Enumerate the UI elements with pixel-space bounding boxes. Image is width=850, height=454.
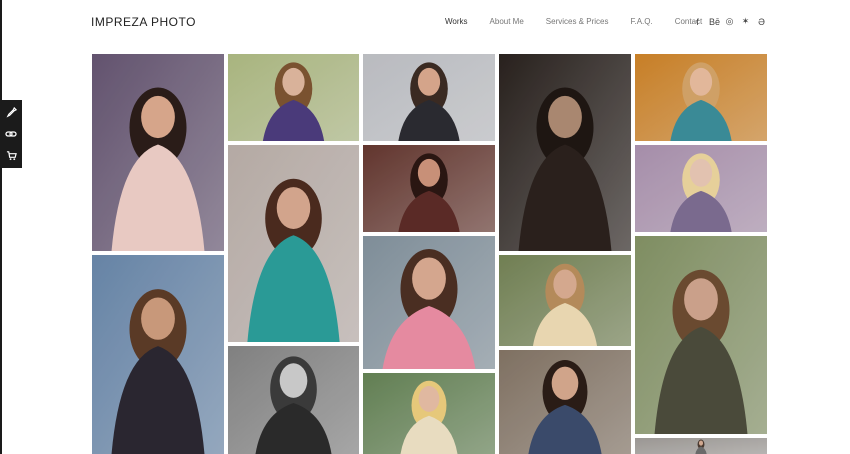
photo-woman-bridge-walk[interactable] — [499, 255, 631, 346]
photo-woman-city-pose-image — [92, 255, 224, 454]
photo-woman-blue-wall[interactable] — [363, 54, 495, 141]
photo-woman-lollipop-closeup[interactable] — [363, 145, 495, 232]
photo-woman-on-tree-image — [635, 236, 767, 434]
photo-woman-bridge-walk-image — [499, 255, 631, 346]
instagram-icon[interactable]: ◎ — [725, 16, 734, 27]
photo-woman-blue-wall-image — [363, 54, 495, 141]
nav-item-services-prices[interactable]: Services & Prices — [546, 17, 609, 26]
vk-icon[interactable]: Ə — [757, 17, 766, 27]
photo-blonde-with-lollipop-orange-image — [635, 54, 767, 141]
photo-woman-dark-hair-smiling[interactable] — [92, 54, 224, 251]
photo-blonde-with-lollipop-orange[interactable] — [635, 54, 767, 141]
nav-item-about-me[interactable]: About Me — [490, 17, 524, 26]
nav-item-works[interactable]: Works — [445, 17, 468, 26]
site-logo[interactable]: IMPREZA PHOTO — [91, 15, 196, 29]
photo-woman-dark-hair-smiling-image — [92, 54, 224, 251]
photo-woman-on-tree[interactable] — [635, 236, 767, 434]
cart-icon[interactable] — [3, 147, 19, 163]
photo-woman-teal-jacket[interactable] — [228, 145, 359, 342]
photo-partial-bottom[interactable] — [635, 438, 767, 454]
photo-woman-portrait-dark[interactable] — [499, 54, 631, 251]
photo-woman-city-pose[interactable] — [92, 255, 224, 454]
photo-woman-in-park[interactable] — [228, 54, 359, 141]
photo-woman-graffiti-wall-image — [363, 236, 495, 369]
site-header: IMPREZA PHOTO Works About Me Services & … — [0, 0, 850, 46]
photo-woman-bw-portrait[interactable] — [228, 346, 359, 454]
photo-woman-with-bicycle-image — [499, 350, 631, 454]
link-icon[interactable] — [3, 126, 19, 142]
facebook-icon[interactable]: f — [693, 17, 702, 27]
side-toolbar — [0, 100, 22, 168]
photo-woman-teal-jacket-image — [228, 145, 359, 342]
lastfm-icon[interactable]: ✶ — [741, 16, 750, 27]
photo-woman-lollipop-closeup-image — [363, 145, 495, 232]
behance-icon[interactable]: Bē — [709, 17, 720, 27]
main-nav: Works About Me Services & Prices F.A.Q. … — [445, 17, 724, 26]
photo-gallery-grid — [92, 54, 767, 454]
window-left-edge — [0, 0, 2, 454]
photo-woman-portrait-dark-image — [499, 54, 631, 251]
photo-blonde-lollipop-purple[interactable] — [635, 145, 767, 232]
photo-blonde-lollipop-purple-image — [635, 145, 767, 232]
photo-woman-graffiti-wall[interactable] — [363, 236, 495, 369]
social-links: f Bē ◎ ✶ Ə — [693, 16, 766, 27]
nav-item-faq[interactable]: F.A.Q. — [630, 17, 652, 26]
photo-woman-in-park-image — [228, 54, 359, 141]
photo-blonde-in-meadow-image — [363, 373, 495, 454]
photo-partial-bottom-image — [635, 438, 767, 454]
photo-blonde-in-meadow[interactable] — [363, 373, 495, 454]
photo-woman-with-bicycle[interactable] — [499, 350, 631, 454]
eyedropper-icon[interactable] — [3, 105, 19, 121]
photo-woman-bw-portrait-image — [228, 346, 359, 454]
